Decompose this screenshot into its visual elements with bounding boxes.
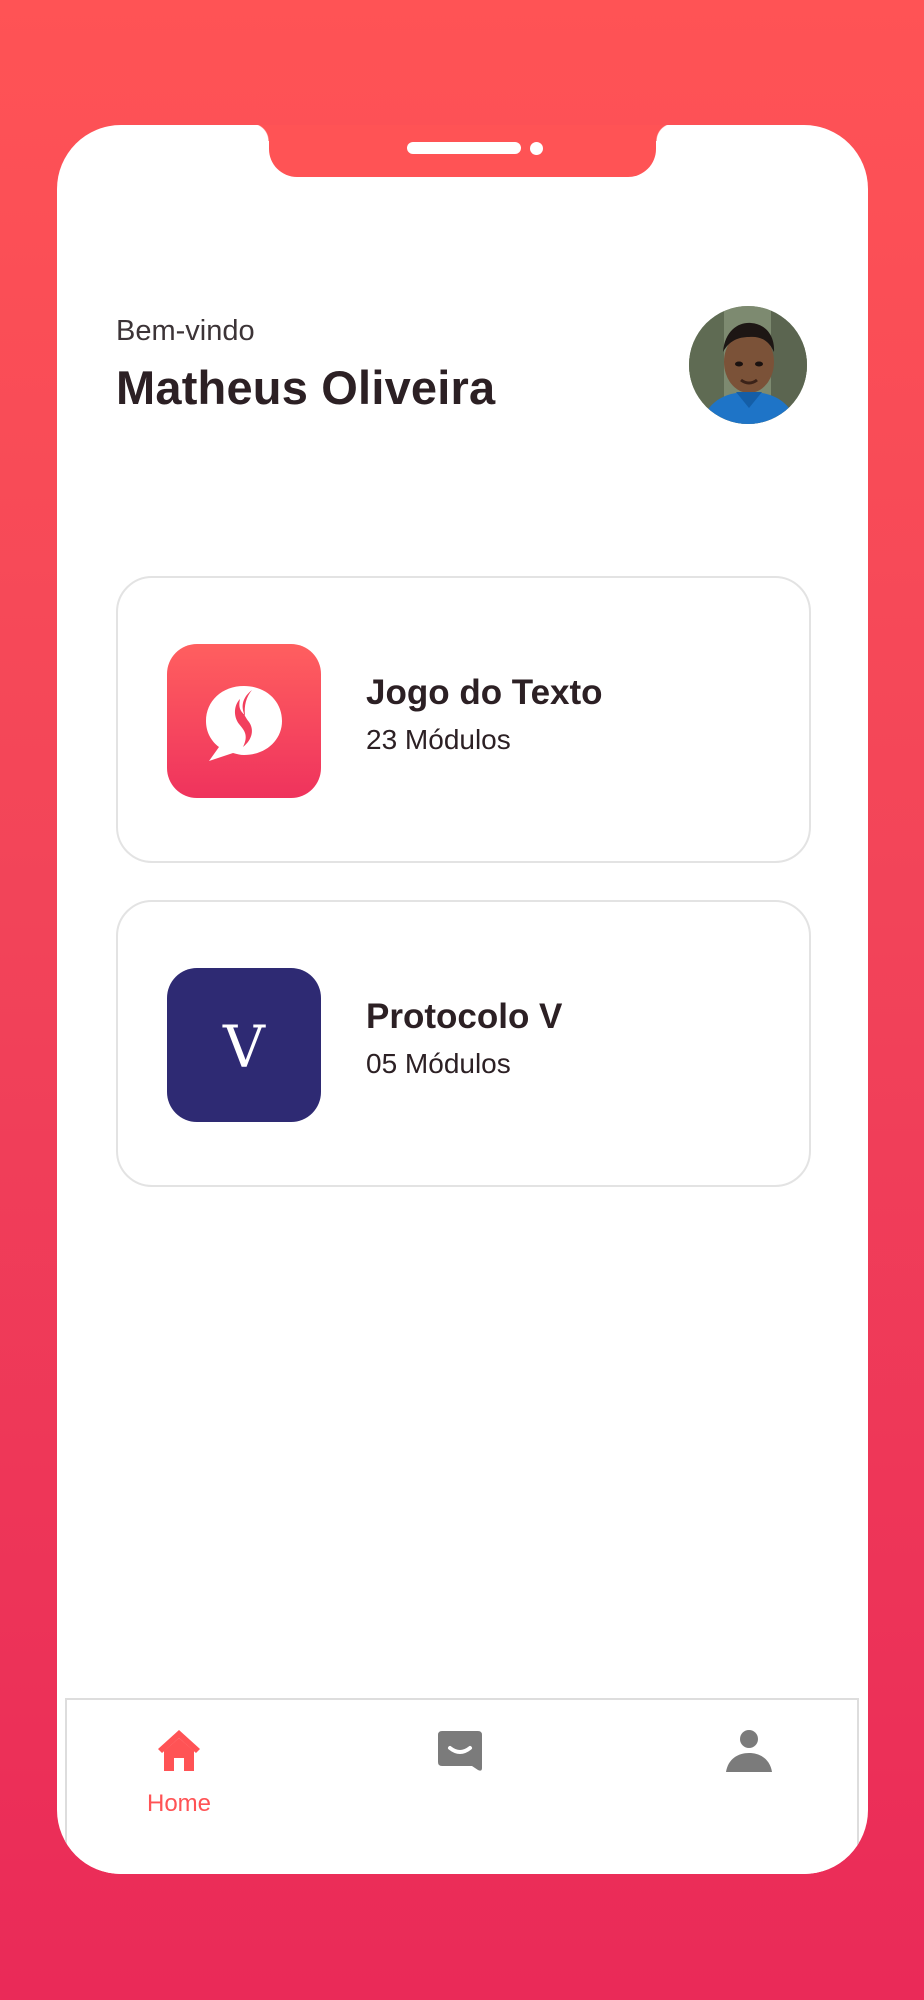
course-title: Jogo do Texto <box>366 673 603 712</box>
phone-frame: Bem-vindo Matheus Oliveira Jogo do Texto… <box>57 125 868 1874</box>
profile-icon <box>726 1730 772 1772</box>
avatar-photo-icon <box>689 306 807 424</box>
course-card-jogo-do-texto[interactable]: Jogo do Texto 23 Módulos <box>116 576 811 863</box>
phone-notch <box>251 125 674 177</box>
course-title: Protocolo V <box>366 997 563 1036</box>
nav-profile[interactable] <box>659 1700 839 1830</box>
course-module-count: 05 Módulos <box>366 1048 511 1079</box>
nav-messages[interactable] <box>370 1700 550 1830</box>
nav-home-label: Home <box>146 1790 212 1817</box>
course-card-protocolo-v[interactable]: V Protocolo V 05 Módulos <box>116 900 811 1187</box>
home-icon <box>158 1730 200 1771</box>
speaker-slot <box>407 142 521 154</box>
chat-bubble-flame-icon <box>167 644 321 798</box>
nav-home[interactable]: Home <box>89 1700 269 1830</box>
camera-dot <box>530 142 543 155</box>
user-name: Matheus Oliveira <box>116 361 496 414</box>
course-module-count: 23 Módulos <box>366 724 511 755</box>
message-icon <box>438 1731 482 1771</box>
bottom-navigation: Home <box>65 1698 859 1874</box>
greeting-text: Bem-vindo <box>116 315 255 347</box>
avatar[interactable] <box>689 306 807 424</box>
course-icon-letter: V <box>222 1013 266 1081</box>
letter-v-icon: V <box>167 968 321 1122</box>
